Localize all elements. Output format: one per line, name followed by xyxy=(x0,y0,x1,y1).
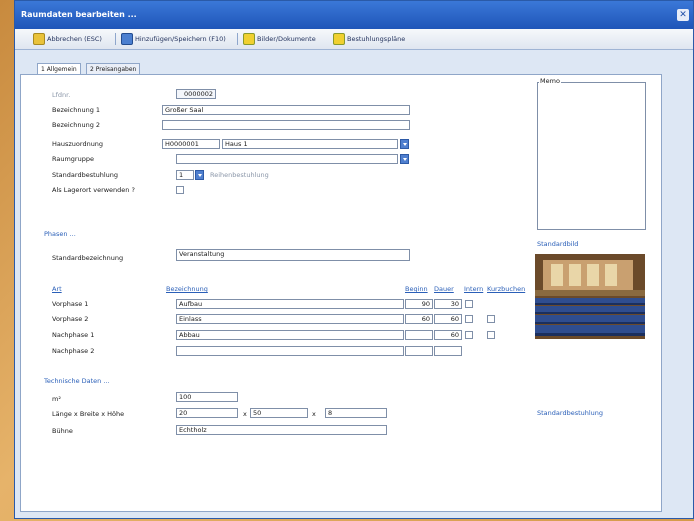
qm-label: m² xyxy=(52,395,61,403)
breite-field[interactable]: 50 xyxy=(250,408,308,418)
standardbestuhlung-name: Reihenbestuhlung xyxy=(210,171,269,179)
phase-beginn-field[interactable] xyxy=(405,330,433,340)
phase-dauer-field[interactable]: 60 xyxy=(434,314,462,324)
cancel-button[interactable]: Abbrechen (ESC) xyxy=(33,32,102,46)
lagerort-label: Als Lagerort verwenden ? xyxy=(52,186,135,194)
phase-row-label: Nachphase 2 xyxy=(52,347,95,355)
lbh-label: Länge x Breite x Höhe xyxy=(52,410,125,418)
standard-image[interactable] xyxy=(535,254,645,339)
bezeichnung1-field[interactable]: Großer Saal xyxy=(162,105,410,115)
exit-icon xyxy=(33,33,45,45)
window-title: Raumdaten bearbeiten ... xyxy=(21,10,137,19)
phase-row-label: Vorphase 1 xyxy=(52,300,89,308)
phase-kurzbuchen-checkbox[interactable] xyxy=(487,331,495,339)
auditorium-image xyxy=(535,254,645,339)
bezeichnung2-field[interactable] xyxy=(162,120,410,130)
phase-intern-checkbox[interactable] xyxy=(465,300,473,308)
phase-bezeichnung-field[interactable]: Abbau xyxy=(176,330,404,340)
seating-plan-icon xyxy=(333,33,345,45)
buehne-label: Bühne xyxy=(52,427,73,435)
phasen-heading: Phasen ... xyxy=(44,230,76,238)
toolbar: Abbrechen (ESC) Hinzufügen/Speichern (F1… xyxy=(15,29,693,50)
phase-bezeichnung-field[interactable]: Einlass xyxy=(176,314,404,324)
raumgruppe-label: Raumgruppe xyxy=(52,155,94,163)
phase-row-label: Vorphase 2 xyxy=(52,315,89,323)
standardbezeichnung-label: Standardbezeichnung xyxy=(52,254,124,262)
qm-field[interactable]: 100 xyxy=(176,392,238,402)
raumgruppe-dropdown-icon[interactable] xyxy=(400,154,409,164)
hoehe-field[interactable]: 8 xyxy=(325,408,387,418)
standardbestuhlung-dropdown-icon[interactable] xyxy=(195,170,204,180)
phase-dauer-field[interactable] xyxy=(434,346,462,356)
toolbar-separator xyxy=(237,33,238,45)
phase-beginn-field[interactable] xyxy=(405,346,433,356)
memo-textarea[interactable] xyxy=(537,82,646,230)
hauszuordnung-code-field[interactable]: H0000001 xyxy=(162,139,220,149)
seating-plans-button[interactable]: Bestuhlungspläne xyxy=(333,32,405,46)
col-art-header: Art xyxy=(52,285,62,293)
standardbestuhlung-label: Standardbestuhlung xyxy=(52,171,119,179)
buehne-field[interactable]: Echtholz xyxy=(176,425,387,435)
phase-bezeichnung-field[interactable]: Aufbau xyxy=(176,299,404,309)
title-bar: Raumdaten bearbeiten ... ✕ xyxy=(15,1,693,29)
bezeichnung2-label: Bezeichnung 2 xyxy=(52,121,101,129)
col-intern-header: Intern xyxy=(464,285,484,293)
laenge-field[interactable]: 20 xyxy=(176,408,238,418)
times-symbol: x xyxy=(312,410,316,418)
save-icon xyxy=(121,33,133,45)
col-dauer-header: Dauer xyxy=(434,285,454,293)
standardbestuhlung-field[interactable]: 1 xyxy=(176,170,194,180)
phase-row-label: Nachphase 1 xyxy=(52,331,95,339)
technische-daten-heading: Technische Daten ... xyxy=(44,377,110,385)
documents-icon xyxy=(243,33,255,45)
save-button[interactable]: Hinzufügen/Speichern (F10) xyxy=(121,32,226,46)
hauszuordnung-name-field: Haus 1 xyxy=(222,139,398,149)
col-bezeichnung-header: Bezeichnung xyxy=(166,285,208,293)
lfdnr-field: 0000002 xyxy=(176,89,216,99)
lagerort-checkbox[interactable] xyxy=(176,186,184,194)
phase-beginn-field[interactable]: 90 xyxy=(405,299,433,309)
col-beginn-header: Beginn xyxy=(405,285,428,293)
standardbild-label: Standardbild xyxy=(537,240,579,248)
standardbestuhlung-right-label: Standardbestuhlung xyxy=(537,409,604,417)
phase-intern-checkbox[interactable] xyxy=(465,315,473,323)
memo-label: Memo xyxy=(539,77,561,85)
phase-beginn-field[interactable]: 60 xyxy=(405,314,433,324)
toolbar-separator xyxy=(115,33,116,45)
phase-kurzbuchen-checkbox[interactable] xyxy=(487,315,495,323)
raumgruppe-field[interactable] xyxy=(176,154,398,164)
hauszuordnung-dropdown-icon[interactable] xyxy=(400,139,409,149)
documents-button[interactable]: Bilder/Dokumente xyxy=(243,32,316,46)
hauszuordnung-label: Hauszuordnung xyxy=(52,140,104,148)
phase-bezeichnung-field[interactable] xyxy=(176,346,404,356)
col-kurzbuchen-header: Kurzbuchen xyxy=(487,285,526,293)
phase-dauer-field[interactable]: 30 xyxy=(434,299,462,309)
phase-intern-checkbox[interactable] xyxy=(465,331,473,339)
close-icon[interactable]: ✕ xyxy=(677,9,689,21)
bezeichnung1-label: Bezeichnung 1 xyxy=(52,106,101,114)
lfdnr-label: Lfdnr. xyxy=(52,91,71,99)
standardbezeichnung-field[interactable]: Veranstaltung xyxy=(176,249,410,261)
times-symbol: x xyxy=(243,410,247,418)
phase-dauer-field[interactable]: 60 xyxy=(434,330,462,340)
